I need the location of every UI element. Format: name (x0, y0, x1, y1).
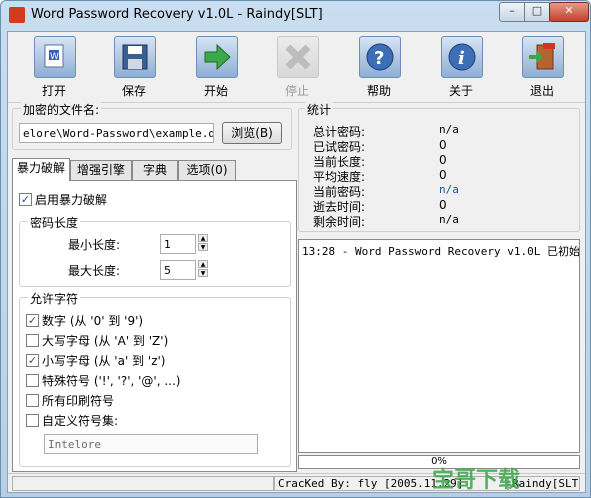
brute-force-panel: ✓ 启用暴力破解 密码长度 最小长度: 1 ▲ ▼ 最大长度: 5 ▲ ▼ 允许字符… (12, 180, 297, 472)
tab-options[interactable]: 选项(0) (178, 160, 236, 180)
stat-speed-value: 0 (439, 168, 447, 182)
browse-button[interactable]: 浏览(B) (222, 122, 282, 144)
app-window: Word Password Recovery v1.0L - Raindy[SL… (0, 0, 591, 498)
charset-group: 允许字符 ✓ 数字 (从 '0' 到 '9') 大写字母 (从 'A' 到 'Z… (19, 290, 291, 467)
stat-elapsed-value: 0 (439, 198, 447, 212)
about-button[interactable]: i 关于 (431, 36, 491, 100)
open-button[interactable]: W 打开 (24, 36, 84, 100)
uppercase-checkbox[interactable] (26, 334, 39, 347)
maximize-button[interactable]: □ (524, 2, 550, 22)
arrow-right-icon (196, 36, 238, 78)
enable-brute-checkbox[interactable]: ✓ (19, 193, 32, 206)
svg-text:W: W (50, 52, 59, 62)
client-area: W 打开 保存 开始 停止 ? 帮助 i 关于 退出 加密的文件名: elore… (7, 31, 586, 493)
svg-text:?: ? (374, 48, 384, 69)
stat-tried-value: 0 (439, 138, 447, 152)
minimize-button[interactable]: – (499, 2, 525, 22)
stat-remaining-label: 剩余时间: (313, 215, 366, 229)
min-length-input[interactable]: 1 (160, 234, 196, 254)
tab-dictionary[interactable]: 字典 (132, 160, 178, 180)
watermark-logo: 宝哥下载 (432, 468, 521, 493)
exit-door-icon (522, 36, 564, 78)
floppy-disk-icon (114, 36, 156, 78)
log-view[interactable]: 13:28 - Word Password Recovery v1.0L 已初始 (298, 239, 580, 453)
question-mark-icon: ? (359, 36, 401, 78)
log-line: 13:28 - Word Password Recovery v1.0L 已初始 (302, 245, 580, 258)
save-button[interactable]: 保存 (104, 36, 164, 100)
open-document-icon: W (34, 36, 76, 78)
close-button[interactable]: ✕ (549, 2, 589, 22)
app-icon (9, 7, 25, 23)
digits-checkbox[interactable]: ✓ (26, 314, 39, 327)
printable-checkbox[interactable] (26, 394, 39, 407)
status-left (12, 476, 274, 491)
stop-x-icon (277, 36, 319, 78)
lowercase-checkbox[interactable]: ✓ (26, 354, 39, 367)
min-length-stepper[interactable]: ▲ ▼ (198, 234, 208, 252)
stat-current-value: n/a (439, 183, 459, 196)
file-path-field[interactable]: elore\Word-Password\example.doc (19, 123, 214, 143)
tab-brute-force[interactable]: 暴力破解 (12, 158, 70, 181)
stats-group: 统计 总计密码: n/a 已试密码: 0 当前长度: 0 平均速度: 0 当前密… (298, 101, 580, 232)
stop-button[interactable]: 停止 (267, 36, 327, 100)
help-button[interactable]: ? 帮助 (349, 36, 409, 100)
stat-remaining-value: n/a (439, 213, 459, 226)
toolbar: W 打开 保存 开始 停止 ? 帮助 i 关于 退出 (8, 32, 585, 103)
start-button[interactable]: 开始 (186, 36, 246, 100)
custom-set-field[interactable]: Intelore (44, 434, 258, 454)
stat-total-value: n/a (439, 123, 459, 136)
stat-length-value: 0 (439, 153, 447, 167)
special-checkbox[interactable] (26, 374, 39, 387)
length-group: 密码长度 最小长度: 1 ▲ ▼ 最大长度: 5 ▲ ▼ (19, 214, 291, 287)
title-bar[interactable]: Word Password Recovery v1.0L - Raindy[SL… (1, 1, 590, 31)
tab-engine[interactable]: 增强引擎 (70, 160, 132, 180)
exit-button[interactable]: 退出 (512, 36, 572, 100)
svg-text:i: i (458, 48, 465, 69)
max-length-input[interactable]: 5 (160, 260, 196, 280)
custom-set-checkbox[interactable] (26, 414, 39, 427)
max-length-stepper[interactable]: ▲ ▼ (198, 260, 208, 278)
info-icon: i (441, 36, 483, 78)
file-group: 加密的文件名: elore\Word-Password\example.doc … (12, 101, 292, 150)
window-title: Word Password Recovery v1.0L - Raindy[SL… (31, 7, 323, 22)
